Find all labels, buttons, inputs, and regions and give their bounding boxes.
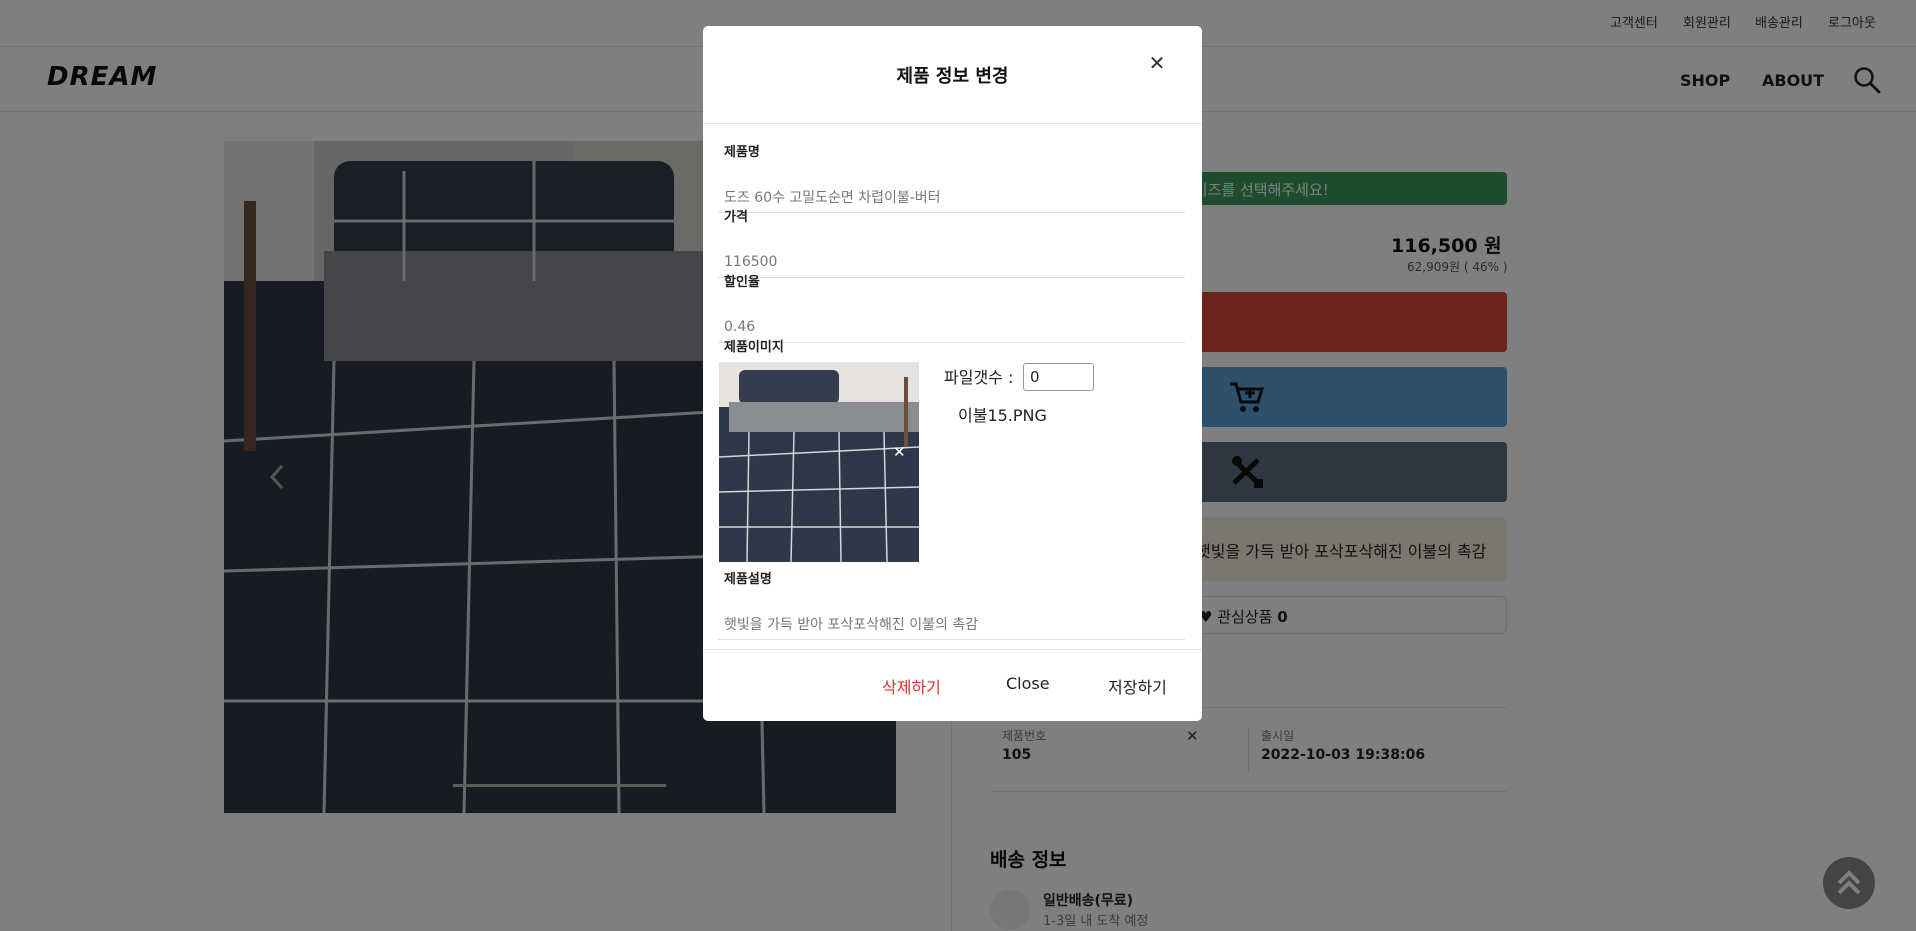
thumbnail-photo bbox=[719, 362, 919, 562]
description-label: 제품설명 bbox=[724, 572, 772, 587]
remove-image-icon[interactable]: ✕ bbox=[893, 443, 906, 461]
file-name: 이불15.PNG bbox=[958, 406, 1047, 425]
close-icon[interactable]: ✕ bbox=[1145, 51, 1169, 75]
discount-label: 할인율 bbox=[724, 275, 760, 290]
product-name-label: 제품명 bbox=[724, 145, 760, 160]
file-count-label: 파일갯수 : bbox=[944, 368, 1014, 387]
discount-input[interactable] bbox=[718, 311, 1185, 343]
edit-product-modal: 제품 정보 변경 ✕ 제품명 가격 할인율 제품이미지 ✕ 파일갯수 : bbox=[703, 26, 1202, 721]
price-label: 가격 bbox=[724, 210, 748, 225]
product-image-thumbnail[interactable] bbox=[719, 362, 919, 562]
save-button[interactable]: 저장하기 bbox=[1108, 674, 1167, 698]
price-input[interactable] bbox=[718, 246, 1185, 278]
divider bbox=[703, 123, 1202, 124]
modal-title: 제품 정보 변경 bbox=[896, 66, 1009, 87]
product-name-input[interactable] bbox=[718, 181, 1185, 213]
product-image-label: 제품이미지 bbox=[724, 340, 784, 355]
description-input[interactable] bbox=[718, 608, 1185, 640]
delete-button[interactable]: 삭제하기 bbox=[882, 674, 941, 698]
file-count-input[interactable] bbox=[1023, 363, 1094, 391]
divider bbox=[703, 649, 1202, 650]
close-button[interactable]: Close bbox=[1006, 674, 1050, 693]
